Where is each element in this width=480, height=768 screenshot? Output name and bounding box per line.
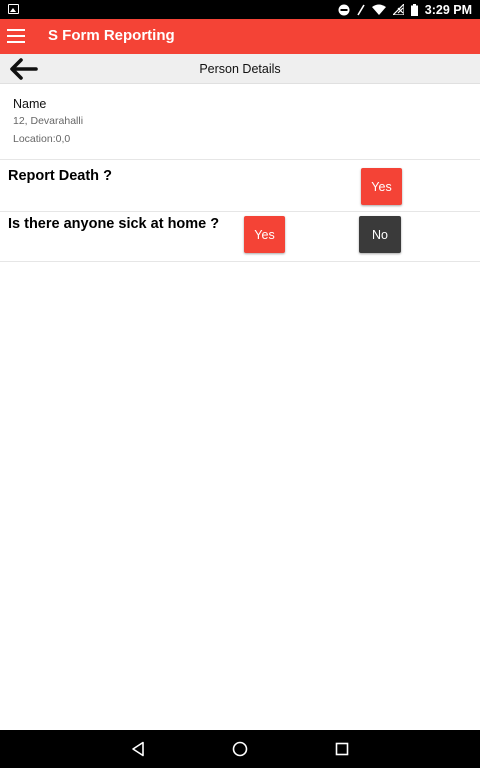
sick-at-home-no-button[interactable]: No — [359, 216, 401, 253]
question-row-sick-at-home: Is there anyone sick at home ? Yes No — [0, 211, 480, 262]
person-details-card: Name 12, Devarahalli Location:0,0 — [0, 84, 480, 159]
hamburger-menu-icon[interactable] — [7, 29, 25, 43]
do-not-disturb-icon — [338, 4, 350, 15]
nav-recent-apps-icon[interactable] — [335, 742, 349, 756]
person-address: 12, Devarahalli — [13, 115, 84, 127]
status-bar: 3:29 PM — [0, 0, 480, 19]
system-navigation-bar — [0, 730, 480, 768]
app-title: S Form Reporting — [48, 27, 175, 44]
nav-home-icon[interactable] — [232, 741, 248, 757]
nav-back-icon[interactable] — [131, 741, 145, 757]
person-name: Name — [13, 97, 47, 111]
question-row-report-death: Report Death ? Yes — [0, 159, 480, 211]
no-sim-icon — [357, 4, 365, 15]
status-time: 3:29 PM — [424, 2, 472, 17]
status-icons: 3:29 PM — [338, 0, 472, 19]
app-bar: S Form Reporting — [0, 19, 480, 54]
report-death-yes-button[interactable]: Yes — [361, 168, 402, 205]
signal-icon — [392, 4, 404, 15]
question-label: Is there anyone sick at home ? — [8, 216, 220, 232]
sick-at-home-yes-button[interactable]: Yes — [244, 216, 285, 253]
wifi-icon — [371, 4, 386, 15]
sub-header: Person Details — [0, 54, 480, 84]
question-label: Report Death ? — [8, 168, 112, 184]
image-notification-icon — [8, 4, 19, 14]
page-title: Person Details — [199, 62, 281, 76]
person-location: Location:0,0 — [13, 133, 71, 145]
battery-icon — [410, 3, 418, 16]
